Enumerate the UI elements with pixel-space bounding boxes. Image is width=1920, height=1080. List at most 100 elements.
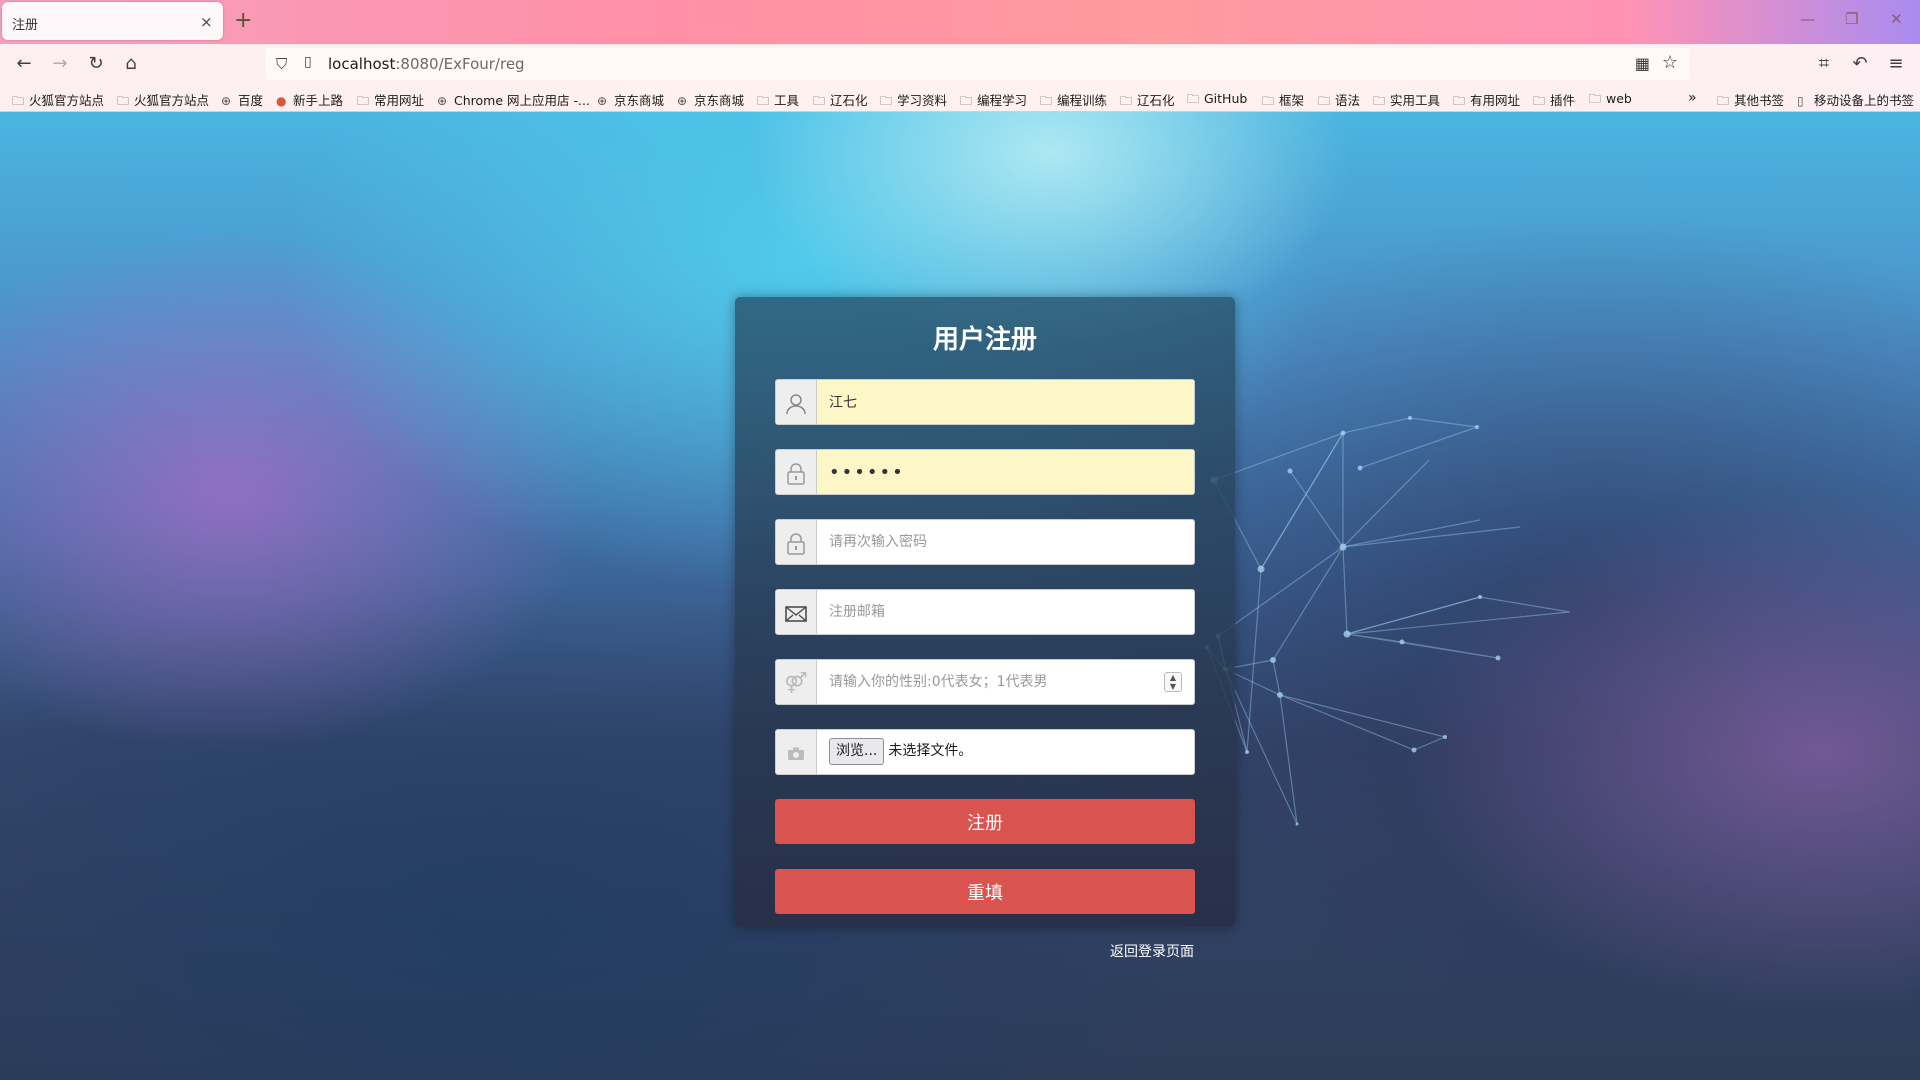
bookmark-item[interactable]: 🗀 语法 <box>1318 90 1360 113</box>
bookmark-star-icon[interactable]: ☆ <box>1662 52 1678 73</box>
globe-icon: ⊕ <box>597 94 608 108</box>
register-card: 用户注册 ⚤ ▲▼ <box>735 297 1235 927</box>
bookmark-item[interactable]: ⊕ 京东商城 <box>677 90 744 109</box>
avatar-upload-field: 浏览... 未选择文件。 <box>775 729 1195 775</box>
email-input[interactable] <box>817 590 1194 634</box>
bookmark-item[interactable]: 🗀 工具 <box>757 90 799 113</box>
gender-icon: ⚤ <box>776 660 817 704</box>
folder-icon: 🗀 <box>880 94 893 108</box>
folder-icon: 🗀 <box>1717 94 1730 108</box>
tab-title: 注册 <box>12 18 39 33</box>
restore-icon[interactable]: ❐ <box>1845 10 1858 28</box>
bookmark-item[interactable]: 🗀 火狐官方站点 <box>117 90 209 113</box>
bookmark-label: 语法 <box>1335 93 1361 108</box>
back-to-login-link[interactable]: 返回登录页面 <box>1110 941 1194 961</box>
bookmark-label: 火狐官方站点 <box>29 93 105 108</box>
forward-arrow-icon[interactable]: → <box>48 53 72 77</box>
folder-icon: 🗀 <box>757 94 770 108</box>
folder-icon: 🗀 <box>960 94 973 108</box>
folder-icon: 🗀 <box>357 94 370 108</box>
bookmarks-toolbar: 🗀 火狐官方站点 🗀 火狐官方站点 ⊕ 百度 ● 新手上路 🗀 常用网址 ⊕ Chrome … <box>0 84 1920 112</box>
bookmark-item[interactable]: 🗀 GitHub <box>1187 90 1247 111</box>
bookmark-item[interactable]: ⊕ 京东商城 <box>597 90 664 109</box>
folder-icon: 🗀 <box>1262 94 1275 108</box>
other-bookmarks[interactable]: 🗀 其他书签 <box>1717 90 1784 113</box>
bookmark-item[interactable]: ⊕ 百度 <box>221 90 263 109</box>
bookmark-label: 学习资料 <box>897 93 948 108</box>
bookmark-item[interactable]: ⊕ Chrome 网上应用店 -... <box>437 90 590 109</box>
username-field <box>775 379 1195 425</box>
bookmark-item[interactable]: 🗀 辽石化 <box>813 90 868 113</box>
bookmark-label: 编程学习 <box>977 93 1028 108</box>
shield-icon[interactable]: ⛉ <box>276 55 287 73</box>
folder-icon: 🗀 <box>117 94 130 108</box>
reset-button[interactable]: 重填 <box>775 869 1195 914</box>
bookmark-label: 移动设备上的书签 <box>1814 93 1915 108</box>
bookmark-item[interactable]: 🗀 编程训练 <box>1040 90 1107 113</box>
bookmark-label: 工具 <box>774 93 800 108</box>
bookmark-label: 实用工具 <box>1390 93 1441 108</box>
bookmark-label: 百度 <box>238 93 264 108</box>
bookmark-label: 京东商城 <box>694 93 745 108</box>
bookmark-item[interactable]: 🗀 学习资料 <box>880 90 947 113</box>
bookmark-item[interactable]: 🗀 实用工具 <box>1373 90 1440 113</box>
url-text[interactable]: localhost:8080/ExFour/reg <box>328 55 525 73</box>
reload-icon[interactable]: ↻ <box>84 53 108 77</box>
globe-icon: ⊕ <box>437 94 448 108</box>
bookmark-item[interactable]: 🗀 插件 <box>1533 90 1575 113</box>
bookmark-label: 编程训练 <box>1057 93 1108 108</box>
minimize-icon[interactable]: — <box>1800 10 1815 28</box>
bookmark-label: 京东商城 <box>614 93 665 108</box>
url-path: :8080/ExFour/reg <box>395 55 525 73</box>
page-info-icon[interactable]: ▯ <box>304 54 312 70</box>
folder-icon: 🗀 <box>1187 92 1200 106</box>
tab-close-icon[interactable]: × <box>200 13 213 31</box>
back-arrow-icon[interactable]: ← <box>12 53 36 77</box>
register-button[interactable]: 注册 <box>775 799 1195 844</box>
user-icon <box>776 380 817 424</box>
bookmark-label: 插件 <box>1550 93 1576 108</box>
active-tab[interactable]: 注册 × <box>2 2 223 40</box>
camera-icon <box>776 730 817 774</box>
screenshot-crop-icon[interactable]: ⌗ <box>1812 53 1836 77</box>
home-icon[interactable]: ⌂ <box>119 53 143 77</box>
password-input[interactable] <box>817 450 1194 494</box>
mobile-bookmarks[interactable]: ▯ 移动设备上的书签 <box>1797 90 1914 109</box>
menu-icon[interactable]: ≡ <box>1884 53 1908 77</box>
username-input[interactable] <box>817 380 1194 424</box>
url-host: localhost <box>328 55 396 73</box>
bookmark-item[interactable]: 🗀 编程学习 <box>960 90 1027 113</box>
bookmark-label: 其他书签 <box>1734 93 1785 108</box>
bookmark-item[interactable]: 🗀 有用网址 <box>1453 90 1520 113</box>
globe-icon: ⊕ <box>221 94 232 108</box>
bookmark-label: 常用网址 <box>374 93 425 108</box>
close-window-icon[interactable]: ✕ <box>1890 10 1903 28</box>
bookmark-item[interactable]: 🗀 火狐官方站点 <box>12 90 104 113</box>
folder-icon: 🗀 <box>1318 94 1331 108</box>
folder-icon: 🗀 <box>12 94 25 108</box>
undo-icon[interactable]: ↶ <box>1848 53 1872 77</box>
bookmark-label: 火狐官方站点 <box>134 93 210 108</box>
navigation-toolbar: ← → ↻ ⌂ ⛉ ▯ localhost:8080/ExFour/reg ▦ … <box>0 44 1920 84</box>
bookmark-item[interactable]: 🗀 web <box>1589 90 1632 111</box>
confirm-password-input[interactable] <box>817 520 1194 564</box>
network-decoration <box>1205 416 1571 826</box>
bookmark-item[interactable]: 🗀 常用网址 <box>357 90 424 113</box>
qr-code-icon[interactable]: ▦ <box>1635 54 1650 73</box>
file-status: 未选择文件。 <box>888 743 973 759</box>
browse-file-button[interactable]: 浏览... <box>829 738 885 765</box>
number-spinner-icon[interactable]: ▲ ▼ <box>1164 672 1182 692</box>
firefox-icon: ● <box>276 94 287 108</box>
new-tab-button[interactable]: + <box>234 8 252 33</box>
tab-bar: 注册 × + — ❐ ✕ <box>0 0 1920 44</box>
envelope-icon <box>776 590 817 634</box>
more-bookmarks-chevron-icon[interactable]: » <box>1688 90 1697 106</box>
bookmark-item[interactable]: 🗀 框架 <box>1262 90 1304 113</box>
folder-icon: 🗀 <box>1453 94 1466 108</box>
bookmark-item[interactable]: ● 新手上路 <box>276 90 343 109</box>
gender-input[interactable] <box>817 660 1194 704</box>
bookmark-item[interactable]: 🗀 辽石化 <box>1120 90 1175 113</box>
page-background: 用户注册 ⚤ ▲▼ <box>0 112 1920 1080</box>
address-bar[interactable]: ⛉ ▯ localhost:8080/ExFour/reg ▦ ☆ <box>266 48 1690 80</box>
bookmark-label: 框架 <box>1279 93 1305 108</box>
